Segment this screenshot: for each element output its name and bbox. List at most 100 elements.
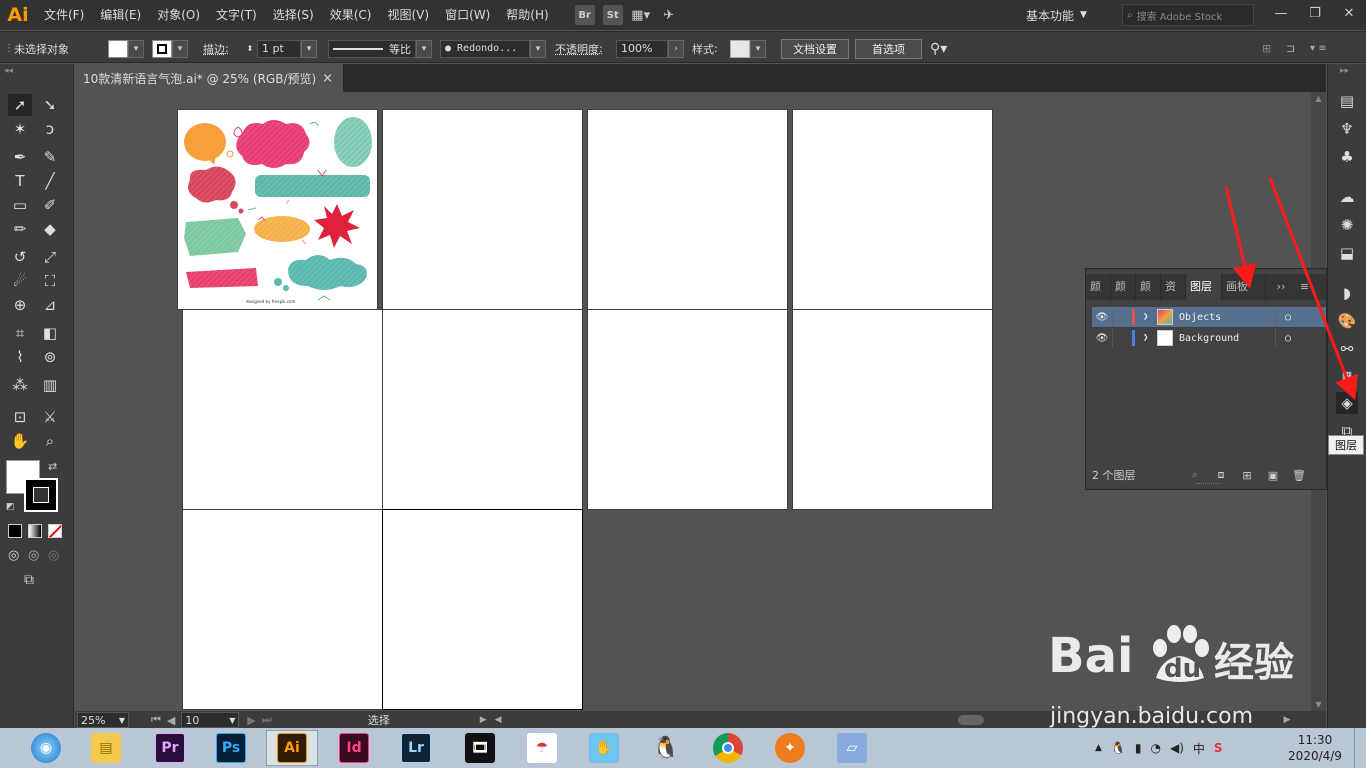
color-mode-icon[interactable] bbox=[8, 524, 22, 538]
hscroll-left-icon[interactable]: ◀ bbox=[495, 715, 502, 725]
artboard-9[interactable] bbox=[182, 509, 383, 710]
brushes-panel-icon[interactable]: ♆ bbox=[1336, 118, 1358, 140]
column-graph-icon[interactable]: ▥ bbox=[38, 374, 62, 396]
brush-select[interactable]: ● Redondo... ▾ bbox=[440, 39, 546, 58]
last-artboard-icon[interactable]: ⏭ bbox=[262, 713, 272, 727]
system-clock[interactable]: 11:30 2020/4/9 bbox=[1280, 732, 1350, 766]
pin-tool-icon[interactable]: ⚲▾ bbox=[930, 39, 947, 58]
tab-swatches[interactable]: 颜 bbox=[1136, 274, 1161, 300]
stroke-label[interactable]: 描边: bbox=[203, 39, 229, 58]
artboard-2[interactable] bbox=[382, 109, 583, 310]
stroke-weight-field[interactable]: 1 pt bbox=[257, 39, 301, 58]
tab-artboards[interactable]: 画板 bbox=[1222, 274, 1266, 300]
menu-view[interactable]: 视图(V) bbox=[379, 0, 437, 30]
draw-behind-icon[interactable]: ◎ bbox=[28, 548, 39, 563]
default-colors-icon[interactable]: ◩ bbox=[6, 502, 15, 512]
chevron-down-icon[interactable]: ▾ bbox=[172, 39, 188, 58]
target-circle-icon[interactable]: ○ bbox=[1276, 312, 1300, 323]
scroll-up-icon[interactable]: ▲ bbox=[1311, 94, 1326, 103]
slice-tool-icon[interactable]: ⚔ bbox=[38, 406, 62, 428]
properties-panel-icon[interactable]: ▤ bbox=[1336, 90, 1358, 112]
artboard-1[interactable]: designed by freepik.com bbox=[177, 109, 378, 310]
locate-object-icon[interactable]: ⌕ bbox=[1182, 468, 1208, 482]
tab-assets[interactable]: 资 bbox=[1161, 274, 1186, 300]
first-artboard-icon[interactable]: ⏮ bbox=[151, 713, 161, 727]
menu-type[interactable]: 文字(T) bbox=[208, 0, 265, 30]
pen-tool-icon[interactable]: ✒ bbox=[8, 146, 32, 168]
layer-name[interactable]: Objects bbox=[1179, 312, 1275, 323]
preferences-button[interactable]: 首选项 bbox=[855, 38, 922, 59]
chevron-right-icon[interactable]: ❯ bbox=[1143, 333, 1157, 343]
shape-builder-icon[interactable]: ⊕ bbox=[8, 294, 32, 316]
layer-row-objects[interactable]: 👁 ❯ Objects ○ bbox=[1092, 307, 1326, 327]
free-transform-icon[interactable]: ⛶ bbox=[38, 270, 62, 292]
artboard-number-select[interactable]: 10 ▼ bbox=[181, 712, 240, 728]
artboard-8[interactable] bbox=[792, 309, 993, 510]
zoom-tool-icon[interactable]: ⌕ bbox=[38, 430, 62, 452]
screen-mode-icon[interactable]: ⧉ bbox=[24, 572, 34, 588]
direct-selection-tool-icon[interactable]: ➘ bbox=[38, 94, 62, 116]
sogou-icon[interactable]: S bbox=[1214, 741, 1223, 755]
draw-normal-icon[interactable]: ◎ bbox=[8, 548, 19, 563]
lock-toggle[interactable] bbox=[1112, 328, 1132, 348]
color-guide-icon[interactable]: 🎨 bbox=[1336, 310, 1358, 332]
clipping-mask-icon[interactable]: ⧈ bbox=[1208, 468, 1234, 482]
status-menu-icon[interactable]: ▶ bbox=[480, 715, 487, 725]
curvature-tool-icon[interactable]: ✎ bbox=[38, 146, 62, 168]
qq-icon[interactable]: 🐧 bbox=[640, 730, 692, 766]
stroke-swatch[interactable]: ▾ bbox=[152, 39, 188, 58]
network-icon[interactable]: ◔ bbox=[1150, 741, 1160, 755]
umbrella-app-icon[interactable]: ☂ bbox=[516, 730, 568, 766]
close-window-button[interactable]: ✕ bbox=[1332, 0, 1366, 26]
chevron-down-icon[interactable]: ▾ bbox=[301, 39, 317, 58]
arrange-documents-icon[interactable]: ▦▾ bbox=[631, 5, 651, 25]
taskbar-app-indesign[interactable]: Id bbox=[328, 730, 380, 766]
gradient-tool-icon[interactable]: ◧ bbox=[38, 322, 62, 344]
artboard-6[interactable] bbox=[382, 309, 583, 510]
video-editor-icon[interactable]: 🎞 bbox=[454, 730, 506, 766]
menu-edit[interactable]: 编辑(E) bbox=[92, 0, 149, 30]
gradient-mode-icon[interactable] bbox=[28, 524, 42, 538]
symbols-panel-icon[interactable]: ♣ bbox=[1336, 146, 1358, 168]
start-button[interactable]: ◉ bbox=[20, 730, 72, 766]
qq-tray-icon[interactable]: 🐧 bbox=[1111, 741, 1126, 755]
transparency-panel-icon[interactable]: ◗ bbox=[1336, 282, 1358, 304]
line-tool-icon[interactable]: ╱ bbox=[38, 170, 62, 192]
artboard-4[interactable] bbox=[792, 109, 993, 310]
lasso-tool-icon[interactable]: ↄ bbox=[38, 118, 62, 140]
warp-tool-icon[interactable]: ☄ bbox=[8, 270, 32, 292]
chat-app-icon[interactable]: ✋ bbox=[578, 730, 630, 766]
menu-window[interactable]: 窗口(W) bbox=[437, 0, 498, 30]
taskbar-app-illustrator[interactable]: Ai bbox=[266, 730, 318, 766]
volume-icon[interactable]: ◀) bbox=[1170, 741, 1184, 755]
chevron-right-icon[interactable]: › bbox=[668, 39, 684, 58]
zoom-select[interactable]: 25% ▼ bbox=[77, 712, 129, 728]
style-swatch[interactable]: ▾ bbox=[730, 39, 766, 58]
stroke-weight-stepper[interactable]: ⬍ 1 pt ▾ bbox=[243, 39, 317, 58]
eyedropper-tool-icon[interactable]: ⌇ bbox=[8, 346, 32, 368]
chevron-down-icon[interactable]: ▾ bbox=[128, 39, 144, 58]
menu-help[interactable]: 帮助(H) bbox=[498, 0, 556, 30]
artboard-5[interactable] bbox=[182, 309, 383, 510]
symbol-sprayer-icon[interactable]: ⁂ bbox=[8, 374, 32, 396]
horizontal-scroll-thumb[interactable] bbox=[957, 715, 984, 725]
visibility-eye-icon[interactable]: 👁 bbox=[1092, 312, 1112, 323]
chevron-down-icon[interactable]: ▾ bbox=[416, 39, 432, 58]
maximize-button[interactable]: ❐ bbox=[1298, 0, 1332, 26]
menu-file[interactable]: 文件(F) bbox=[36, 0, 92, 30]
tab-color[interactable]: 颜 bbox=[1086, 274, 1111, 300]
stepper-arrows-icon[interactable]: ⬍ bbox=[243, 44, 257, 53]
appearance-panel-icon[interactable]: ✺ bbox=[1336, 214, 1358, 236]
shaper-tool-icon[interactable]: ✏ bbox=[8, 218, 32, 240]
gpu-performance-icon[interactable]: ✈ bbox=[659, 5, 679, 25]
artboard-7[interactable] bbox=[587, 309, 788, 510]
delete-layer-icon[interactable]: 🗑 bbox=[1286, 469, 1312, 482]
scale-tool-icon[interactable]: ⤢ bbox=[38, 246, 62, 268]
menu-object[interactable]: 对象(O) bbox=[149, 0, 208, 30]
new-sublayer-icon[interactable]: ⊞ bbox=[1234, 469, 1260, 482]
rotate-tool-icon[interactable]: ↺ bbox=[8, 246, 32, 268]
resize-grip-icon[interactable] bbox=[1196, 483, 1220, 486]
blend-tool-icon[interactable]: ⊚ bbox=[38, 346, 62, 368]
tray-expand-icon[interactable]: ▲ bbox=[1095, 743, 1102, 753]
align-icon[interactable]: ⊞ bbox=[1262, 39, 1271, 58]
